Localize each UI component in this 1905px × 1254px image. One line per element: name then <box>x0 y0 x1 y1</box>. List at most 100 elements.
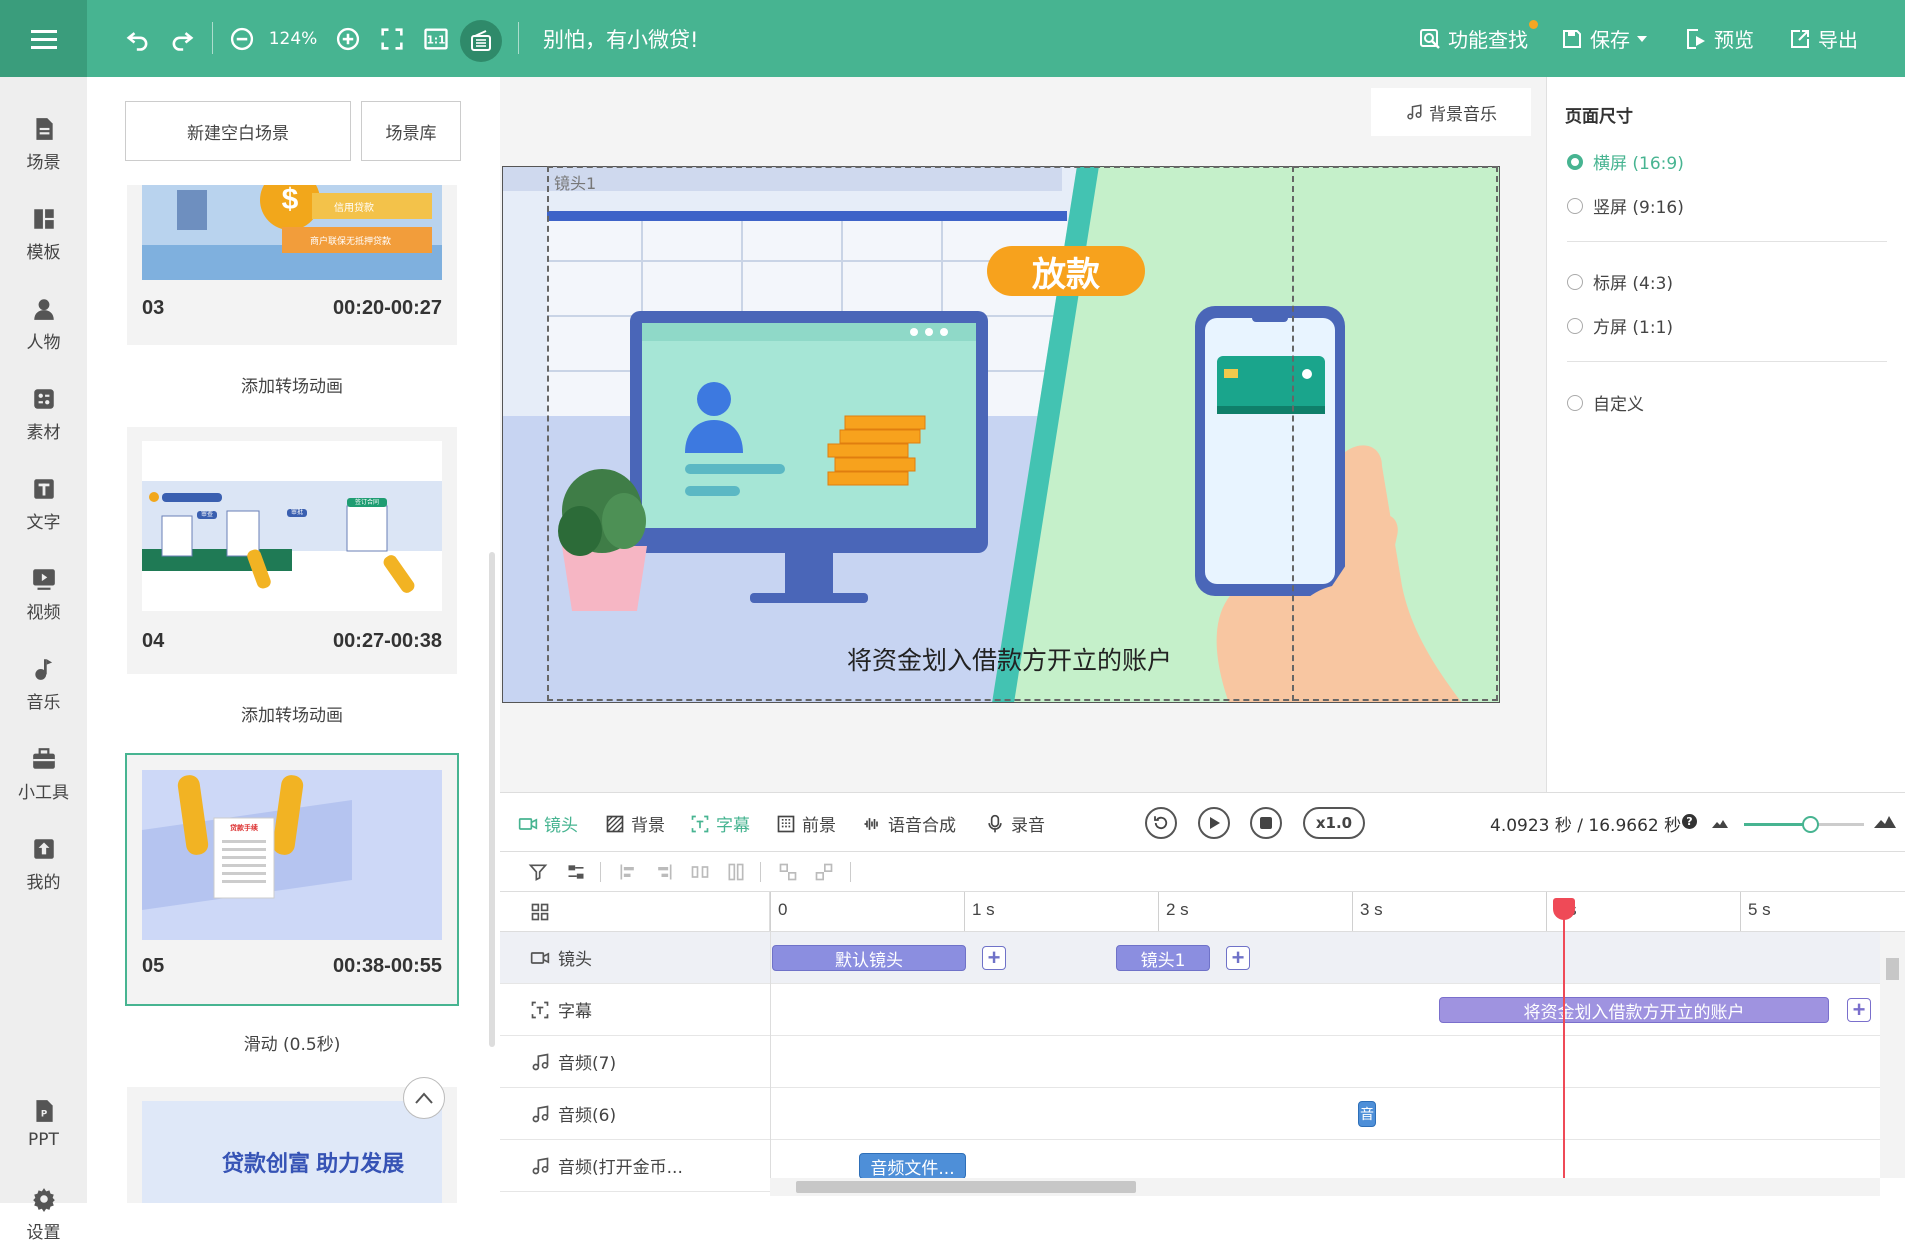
track-grid-icon[interactable] <box>530 902 550 922</box>
camera-frame[interactable] <box>547 166 1498 701</box>
background-music-button[interactable]: 背景音乐 <box>1371 88 1531 136</box>
vertical-scrollbar[interactable] <box>1880 932 1905 1178</box>
distribute-horizontal-icon[interactable] <box>690 862 710 882</box>
ruler-tick: 0 <box>778 900 788 919</box>
replay-button[interactable] <box>1145 807 1177 839</box>
scene-card-05[interactable]: 贷款手续 05 00:38-00:55 <box>125 753 459 1006</box>
zoom-out-button[interactable] <box>224 19 260 59</box>
align-left-icon[interactable] <box>618 862 638 882</box>
timeline-zoom-slider[interactable] <box>1744 816 1864 833</box>
track-lane-audio7[interactable] <box>770 1036 1880 1088</box>
page-size-option-1-1[interactable]: 方屏 (1:1) <box>1567 313 1673 338</box>
sidebar-item-material[interactable]: 素材 <box>0 374 87 454</box>
recorder-button[interactable] <box>460 20 502 62</box>
clip-default-lens[interactable]: 默认镜头 <box>772 945 966 971</box>
tab-recording[interactable]: 录音 <box>985 811 1045 836</box>
play-button[interactable] <box>1198 807 1230 839</box>
stop-button[interactable] <box>1250 807 1282 839</box>
sidebar-item-text[interactable]: 文字 <box>0 464 87 544</box>
track-settings-icon[interactable] <box>566 862 586 882</box>
stage-canvas[interactable]: 镜头1 放款 将资金划入借款方开立的账户 <box>502 166 1500 703</box>
playback-speed-button[interactable]: x1.0 <box>1303 807 1365 839</box>
new-blank-scene-button[interactable]: 新建空白场景 <box>125 101 351 161</box>
tab-subtitle[interactable]: 字幕 <box>690 811 750 836</box>
zoom-in-button[interactable] <box>330 19 366 59</box>
sidebar-item-settings[interactable]: 设置 <box>0 1174 87 1254</box>
preview-button[interactable]: 预览 <box>1684 24 1754 53</box>
sidebar-item-person[interactable]: 人物 <box>0 284 87 364</box>
filter-icon[interactable] <box>528 862 548 882</box>
radio-button[interactable] <box>1567 394 1583 411</box>
scene-card-03[interactable]: $ 信用贷款 商户联保无抵押贷款 03 00:20-00:27 <box>127 185 457 345</box>
scroll-to-top-button[interactable] <box>403 1077 445 1119</box>
sidebar-item-video[interactable]: 视频 <box>0 554 87 634</box>
add-lens-button[interactable]: + <box>1226 946 1250 970</box>
track-lane-audio6[interactable]: 音 <box>770 1088 1880 1140</box>
help-icon[interactable]: ? <box>1682 814 1697 829</box>
horizontal-scroll-thumb[interactable] <box>796 1181 1136 1193</box>
radio-button[interactable] <box>1567 197 1583 214</box>
group-icon[interactable] <box>778 862 798 882</box>
feature-search-button[interactable]: 功能查找 <box>1418 20 1538 53</box>
distribute-vertical-icon[interactable] <box>726 862 746 882</box>
track-label-subtitle[interactable]: 字幕 <box>500 984 770 1036</box>
track-label-audio6[interactable]: 音频(6) <box>500 1088 770 1140</box>
add-transition-link[interactable]: 添加转场动画 <box>127 372 457 397</box>
sidebar-item-music[interactable]: 音乐 <box>0 644 87 724</box>
scene-library-button[interactable]: 场景库 <box>361 101 461 161</box>
vertical-scroll-thumb[interactable] <box>1886 958 1899 980</box>
track-label-audio7[interactable]: 音频(7) <box>500 1036 770 1088</box>
sidebar-item-ppt[interactable]: P PPT <box>0 1084 87 1164</box>
save-button[interactable]: 保存 <box>1560 24 1648 53</box>
horizontal-scrollbar[interactable] <box>770 1178 1880 1196</box>
page-size-option-9-16[interactable]: 竖屏 (9:16) <box>1567 193 1684 218</box>
add-subtitle-button[interactable]: + <box>1847 998 1871 1022</box>
radio-button[interactable] <box>1567 317 1583 334</box>
page-size-option-16-9[interactable]: 横屏 (16:9) <box>1567 149 1684 174</box>
sidebar-item-scene[interactable]: 场景 <box>0 104 87 184</box>
track-label-audio-coin[interactable]: 音频(打开金币... <box>500 1140 770 1192</box>
panel-scrollbar[interactable] <box>489 552 495 1047</box>
actual-size-button[interactable]: 1:1 <box>418 19 454 59</box>
clip-lens1[interactable]: 镜头1 <box>1116 945 1210 971</box>
time-ruler[interactable]: 0 1 s 2 s 3 s 4 s 5 s <box>770 892 1905 932</box>
zoom-slider-handle[interactable] <box>1802 816 1819 833</box>
page-size-option-4-3[interactable]: 标屏 (4:3) <box>1567 269 1673 294</box>
scene-caption[interactable]: 将资金划入借款方开立的账户 <box>847 641 1172 677</box>
page-size-option-custom[interactable]: 自定义 <box>1567 390 1644 415</box>
ungroup-icon[interactable] <box>814 862 834 882</box>
add-transition-link[interactable]: 添加转场动画 <box>127 701 457 726</box>
sidebar-item-toolbox[interactable]: 小工具 <box>0 734 87 814</box>
undo-button[interactable] <box>120 19 156 59</box>
menu-button[interactable] <box>0 0 87 77</box>
clip-audio-coin[interactable]: 音频文件... <box>859 1153 966 1179</box>
transition-setting[interactable]: 滑动 (0.5秒) <box>127 1030 457 1055</box>
radio-button[interactable] <box>1567 273 1583 290</box>
redo-button[interactable] <box>164 19 200 59</box>
clip-audio6[interactable]: 音 <box>1358 1101 1376 1127</box>
sidebar-item-label: 模板 <box>26 242 61 263</box>
tab-lens[interactable]: 镜头 <box>518 811 578 836</box>
clip-subtitle[interactable]: 将资金划入借款方开立的账户 <box>1439 997 1829 1023</box>
loan-release-badge[interactable]: 放款 <box>987 248 1145 295</box>
align-right-icon[interactable] <box>654 862 674 882</box>
tab-background[interactable]: 背景 <box>605 811 665 836</box>
track-label-lens[interactable]: 镜头 <box>500 932 770 984</box>
tab-speech-synthesis[interactable]: 语音合成 <box>862 811 956 836</box>
add-lens-button[interactable]: + <box>982 946 1006 970</box>
sidebar-item-template[interactable]: 模板 <box>0 194 87 274</box>
zoom-out-mountain-icon[interactable] <box>1712 817 1728 829</box>
sidebar-item-mine[interactable]: 我的 <box>0 824 87 904</box>
radio-button[interactable] <box>1567 153 1583 170</box>
playhead[interactable] <box>1552 898 1575 1188</box>
track-lane-subtitle[interactable]: 将资金划入借款方开立的账户 + <box>770 984 1880 1036</box>
fullscreen-button[interactable] <box>374 19 410 59</box>
tab-foreground[interactable]: 前景 <box>776 811 836 836</box>
export-button[interactable]: 导出 <box>1788 24 1858 53</box>
scene-card-04[interactable]: 审查 审批 签订合同 04 00:27-00:38 <box>127 427 457 674</box>
playhead-handle[interactable] <box>1552 898 1575 920</box>
track-lane-lens[interactable]: 默认镜头 + 镜头1 + <box>770 932 1880 984</box>
properties-panel: 页面尺寸 横屏 (16:9) 竖屏 (9:16) 标屏 (4:3) 方屏 (1:… <box>1546 77 1905 792</box>
zoom-in-mountain-icon[interactable] <box>1874 813 1896 829</box>
tab-label: 背景 <box>631 816 665 836</box>
